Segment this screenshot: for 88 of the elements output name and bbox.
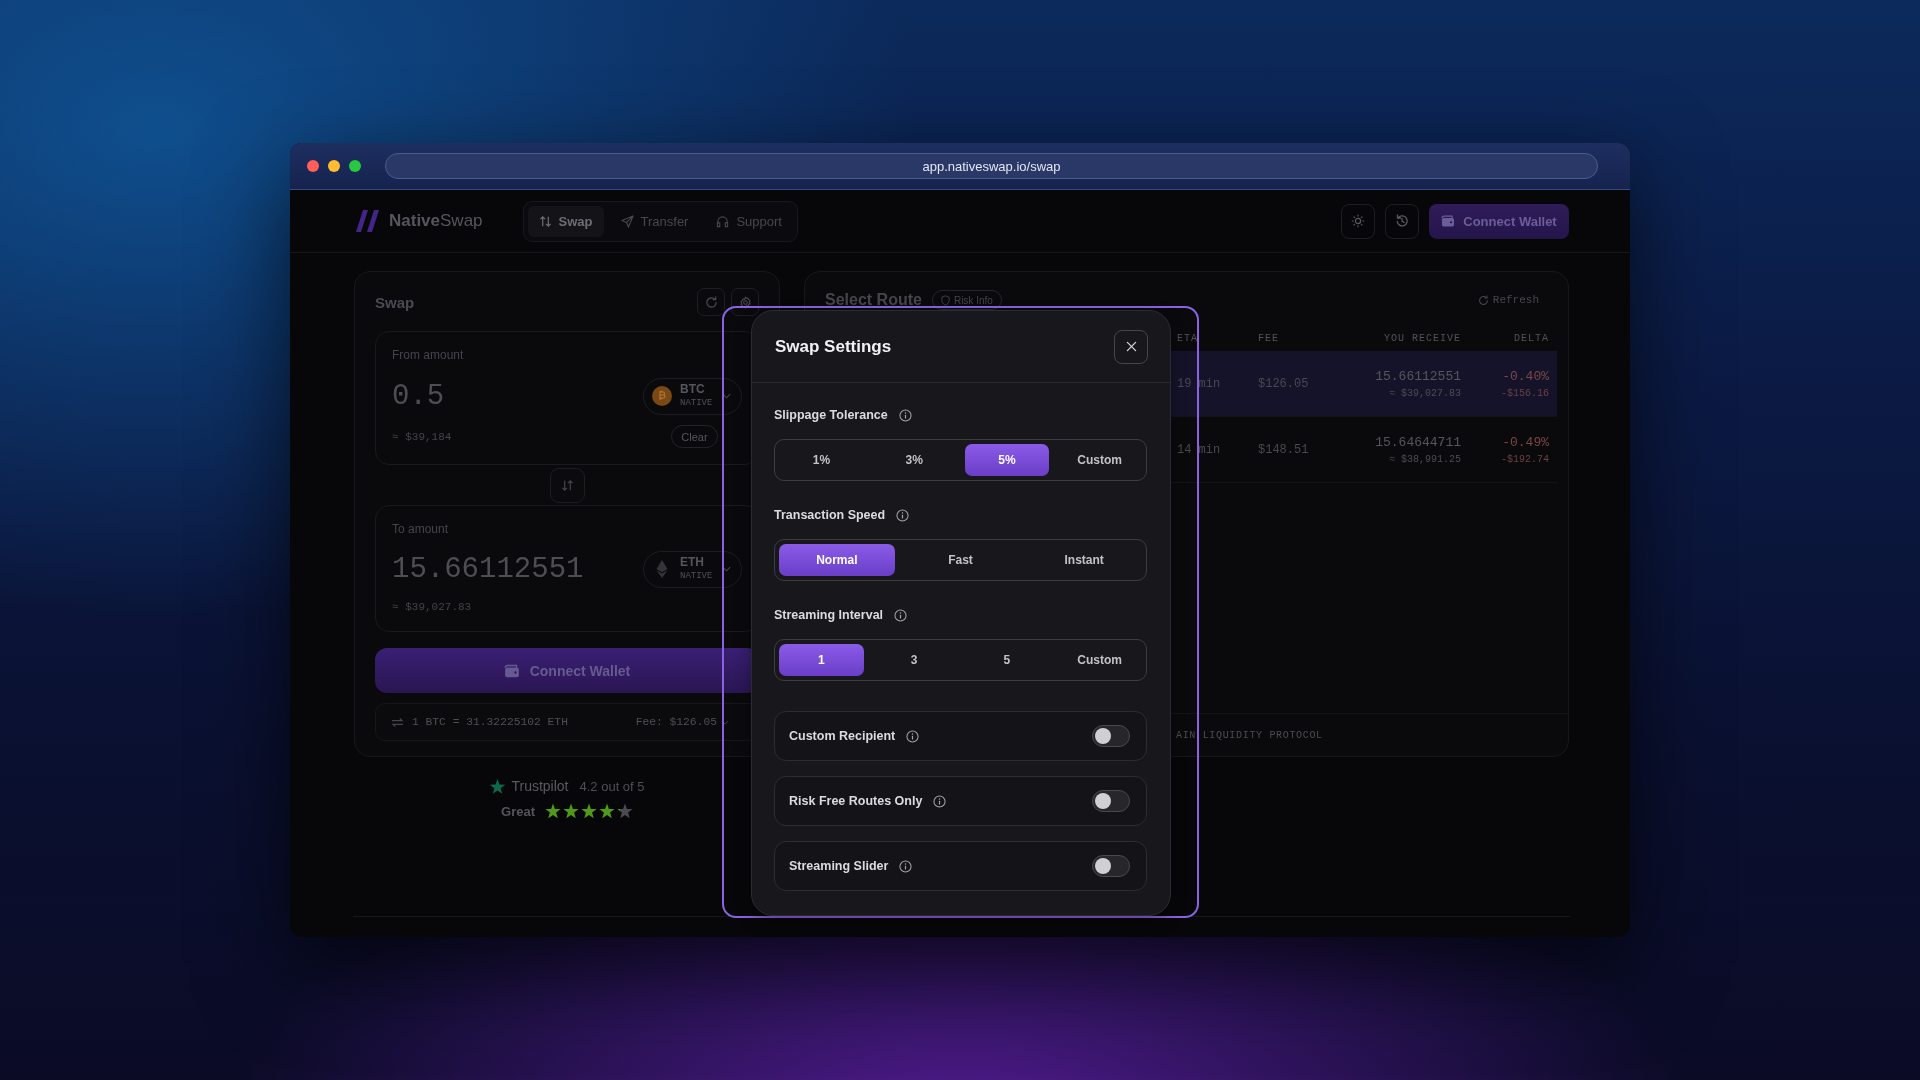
column-header: DELTA	[1514, 333, 1549, 344]
column-header: ETA	[1177, 333, 1198, 344]
delta-percent: -0.40%	[1502, 368, 1549, 384]
close-icon	[1125, 341, 1137, 352]
setting-label: Streaming Interval	[774, 608, 884, 622]
swap-arrows-icon	[538, 214, 552, 228]
delta-usd: -$156.16	[1501, 387, 1549, 399]
receive-usd: ≈ $38,991.25	[1389, 453, 1461, 465]
fee-cell: $148.51	[1258, 442, 1309, 457]
info-icon[interactable]	[933, 794, 947, 808]
usd-value: ≈ $39,027.83	[392, 600, 472, 614]
window-maximize-icon[interactable]	[349, 160, 361, 172]
setting-label: Transaction Speed	[774, 508, 886, 522]
exchange-icon	[391, 716, 404, 728]
usd-value: ≈ $39,184	[392, 430, 452, 443]
rating-score: 4.2 out of 5	[579, 778, 645, 794]
headset-icon	[716, 214, 730, 228]
field-label: From amount	[392, 347, 464, 363]
receive-usd: ≈ $39,027.83	[1389, 387, 1461, 399]
info-icon[interactable]	[898, 408, 912, 422]
receive-amount: 15.64644711	[1375, 434, 1461, 450]
refresh-button[interactable]: Refresh	[1477, 294, 1539, 306]
receive-amount: 15.66112551	[1375, 368, 1461, 384]
star-icon	[617, 803, 633, 819]
swap-arrows-icon	[560, 479, 574, 492]
connect-wallet-button[interactable]: Connect Wallet	[1429, 203, 1569, 239]
info-icon[interactable]	[899, 859, 913, 873]
chevron-down-icon	[722, 393, 731, 399]
toggle-switch[interactable]	[1092, 790, 1130, 812]
refresh-icon	[704, 295, 718, 309]
column-header: FEE	[1258, 333, 1279, 344]
settings-button[interactable]	[731, 288, 759, 316]
toggle-switch[interactable]	[1092, 725, 1130, 747]
nav-tab[interactable]: Transfer	[609, 205, 700, 237]
star-icon	[581, 803, 597, 819]
toggle-switch[interactable]	[1092, 855, 1130, 877]
trustpilot-logo-text: Trustpilot	[511, 778, 569, 794]
window-close-icon[interactable]	[307, 160, 319, 172]
window-minimize-icon[interactable]	[328, 160, 340, 172]
option-button[interactable]: Normal	[779, 544, 895, 576]
amount-value: 15.66112551	[392, 552, 584, 586]
option-button[interactable]: 1	[779, 644, 864, 676]
option-button[interactable]: 3	[871, 644, 957, 676]
panel-title: Select Route	[825, 291, 922, 309]
close-button[interactable]	[1114, 329, 1148, 364]
delta-usd: -$192.74	[1501, 453, 1549, 465]
option-button[interactable]: 3%	[871, 444, 957, 476]
chevron-down-icon[interactable]	[721, 719, 729, 725]
send-icon	[620, 214, 634, 228]
panel-title: Swap	[375, 293, 415, 311]
footer-caption: AIN LIQUIDITY PROTOCOL	[1176, 729, 1323, 741]
delta-percent: -0.49%	[1502, 434, 1549, 450]
fee-text[interactable]: Fee: $126.05	[635, 716, 717, 728]
eta-cell: 14 min	[1177, 442, 1221, 457]
column-header: YOU RECEIVE	[1384, 333, 1461, 344]
option-button[interactable]: Custom	[1057, 444, 1142, 476]
info-icon[interactable]	[896, 508, 910, 522]
setting-label: Streaming Slider	[789, 859, 889, 873]
option-button[interactable]: 5	[964, 644, 1050, 676]
option-button[interactable]: Fast	[902, 544, 1019, 576]
rate-text: 1 BTC = 31.32225102 ETH	[412, 716, 568, 728]
info-icon[interactable]	[894, 608, 908, 622]
wallet-icon	[503, 663, 520, 678]
info-icon[interactable]	[906, 729, 920, 743]
star-icon	[489, 777, 507, 795]
amount-input[interactable]: 0.5	[392, 379, 445, 413]
option-button[interactable]: 5%	[964, 444, 1050, 476]
option-button[interactable]: Instant	[1026, 544, 1142, 576]
address-bar[interactable]: app.nativeswap.io/swap	[385, 153, 1598, 179]
star-icon	[545, 803, 561, 819]
wallet-icon	[1441, 215, 1456, 227]
refresh-icon	[1477, 294, 1489, 306]
logo-text[interactable]: NativeSwap	[389, 211, 483, 231]
sun-icon	[1351, 214, 1365, 228]
gear-icon	[738, 295, 752, 309]
nav-tab[interactable]: Support	[705, 205, 793, 237]
setting-label: Risk Free Routes Only	[789, 794, 923, 808]
star-icon	[563, 803, 579, 819]
rating-label: Great	[501, 803, 535, 819]
star-icon	[599, 803, 615, 819]
bitcoin-icon	[652, 386, 672, 406]
field-label: To amount	[392, 521, 449, 537]
setting-label: Custom Recipient	[789, 729, 896, 743]
chevron-down-icon	[722, 566, 731, 572]
nav-tab[interactable]: Swap	[527, 205, 604, 237]
option-button[interactable]: Custom	[1057, 644, 1142, 676]
history-icon	[1395, 214, 1409, 228]
shield-icon	[940, 294, 950, 306]
